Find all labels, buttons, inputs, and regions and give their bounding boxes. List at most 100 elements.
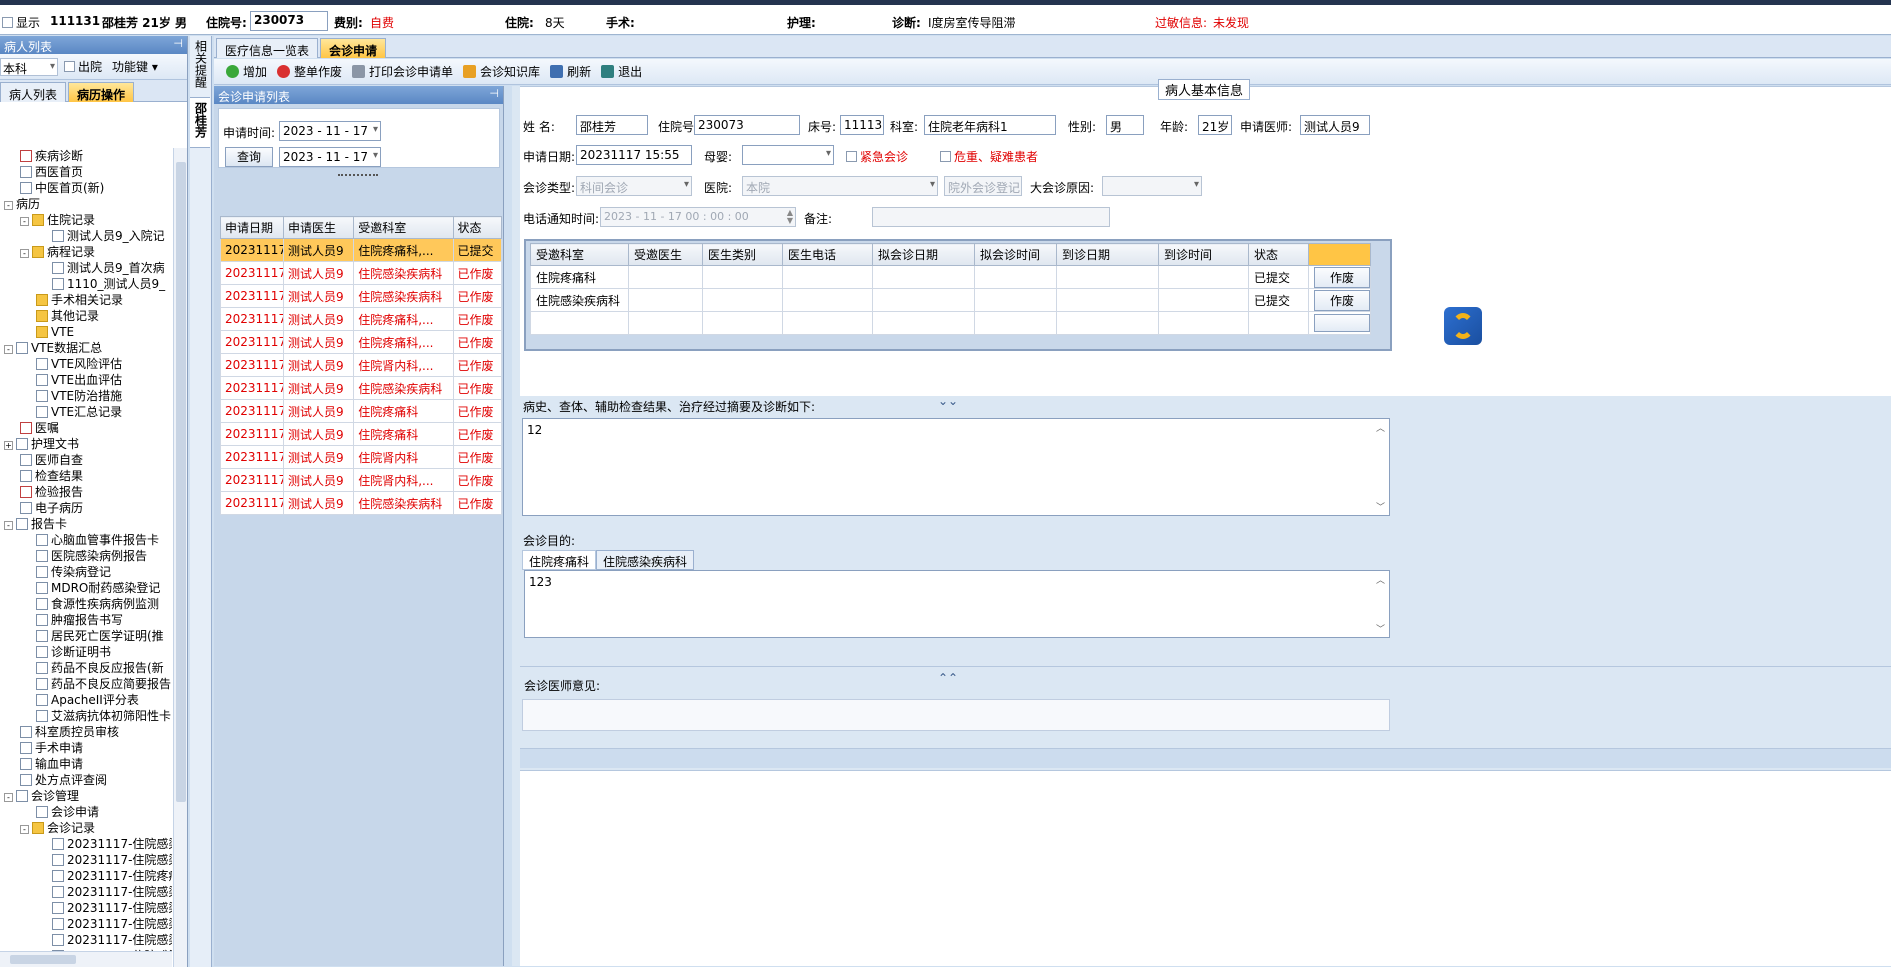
tree-node[interactable]: VTE防治措施 — [0, 388, 172, 404]
tree-node[interactable]: VTE — [0, 324, 172, 340]
table-row[interactable]: 20231117 测试人员9 住院疼痛科 已作废 — [220, 422, 503, 446]
tree-node[interactable]: 检查结果 — [0, 468, 172, 484]
tree-node[interactable]: 心脑血管事件报告卡 — [0, 532, 172, 548]
void-row-button[interactable]: 作废 — [1314, 289, 1370, 311]
date-field[interactable]: 20231117 15:55 — [576, 145, 692, 165]
scroll-up-icon[interactable]: ︿ — [1376, 573, 1385, 586]
tab-medical-overview[interactable]: 医疗信息一览表 — [216, 37, 319, 58]
tree-node[interactable]: - 病历 — [0, 196, 172, 212]
add-button[interactable]: 增加 — [226, 63, 267, 80]
tree-horizontal-scrollbar[interactable] — [0, 951, 172, 967]
external-consult-button[interactable]: 院外会诊登记 — [944, 176, 1022, 196]
column-header[interactable]: 申请日期 — [220, 216, 284, 239]
tree-node[interactable]: 诊断证明书 — [0, 644, 172, 660]
expand-toggle-icon[interactable]: - — [4, 201, 13, 210]
column-header[interactable]: 到诊日期 — [1056, 243, 1159, 266]
expand-toggle-icon[interactable]: - — [20, 825, 29, 834]
tree-node[interactable]: 西医首页 — [0, 164, 172, 180]
column-header[interactable]: 状态 — [1248, 243, 1309, 266]
purpose-tab-infection[interactable]: 住院感染疾病科 — [596, 550, 695, 570]
age-field[interactable]: 21岁 — [1198, 115, 1232, 135]
table-row[interactable]: 20231117 测试人员9 住院肾内科 已作废 — [220, 445, 503, 469]
collapse-up-icon[interactable]: ⌃⌃ — [938, 671, 958, 685]
tree-node[interactable]: 20231117-住院感染 — [0, 900, 172, 916]
bed-field[interactable]: 111131 — [840, 115, 884, 135]
print-button[interactable]: 打印会诊申请单 — [352, 63, 453, 80]
tree-node[interactable]: 医嘱 — [0, 420, 172, 436]
tree-node[interactable]: 手术申请 — [0, 740, 172, 756]
remark-field[interactable] — [872, 207, 1110, 227]
tree-node[interactable]: 手术相关记录 — [0, 292, 172, 308]
table-row[interactable]: 20231117 测试人员9 住院肾内科,... 已作废 — [220, 353, 503, 377]
column-header[interactable]: 医生类别 — [702, 243, 783, 266]
sex-field[interactable]: 男 — [1106, 115, 1144, 135]
void-row-button[interactable] — [1314, 314, 1370, 332]
splitter-grip[interactable] — [338, 174, 378, 177]
query-button[interactable]: 查询 — [225, 147, 273, 167]
dept-select[interactable]: 本科 — [0, 57, 58, 76]
expand-toggle-icon[interactable]: - — [4, 793, 13, 802]
table-row[interactable]: 20231117 测试人员9 住院感染疾病科 已作废 — [220, 261, 503, 285]
big-reason-select[interactable] — [1102, 176, 1202, 196]
table-row[interactable]: 20231117 测试人员9 住院疼痛科,... 已作废 — [220, 330, 503, 354]
void-all-button[interactable]: 整单作废 — [277, 63, 342, 80]
column-header[interactable]: 拟会诊日期 — [872, 243, 975, 266]
tree-node[interactable]: 科室质控员审核 — [0, 724, 172, 740]
admission-field[interactable]: 230073 — [694, 115, 800, 135]
table-row[interactable]: 20231117 测试人员9 住院疼痛科,... 已提交 — [220, 238, 503, 262]
tree-node[interactable]: 传染病登记 — [0, 564, 172, 580]
purpose-textarea[interactable]: 123 ︿ ﹀ — [524, 570, 1390, 638]
table-row[interactable] — [530, 311, 1371, 335]
tree-node[interactable]: 食源性疾病病例监测 — [0, 596, 172, 612]
tree-node[interactable]: 处方点评查阅 — [0, 772, 172, 788]
table-row[interactable]: 住院感染疾病科 已提交 作废 — [530, 288, 1371, 312]
expand-toggle-icon[interactable]: - — [20, 249, 29, 258]
tree-vertical-scrollbar[interactable] — [173, 148, 187, 967]
collapse-down-icon[interactable]: ⌄⌄ — [938, 394, 958, 408]
pin-icon[interactable]: ⊣ — [173, 37, 183, 50]
tree-node[interactable]: VTE出血评估 — [0, 372, 172, 388]
tree-node[interactable]: 测试人员9_首次病 — [0, 260, 172, 276]
tree-node[interactable]: 检验报告 — [0, 484, 172, 500]
tree-node[interactable]: - 会诊记录 — [0, 820, 172, 836]
infant-select[interactable] — [742, 145, 834, 165]
void-row-button[interactable]: 作废 — [1314, 266, 1370, 288]
purpose-tab-pain[interactable]: 住院疼痛科 — [522, 550, 597, 570]
tree-node[interactable]: 医院感染病例报告 — [0, 548, 172, 564]
tree-node[interactable]: 医师自查 — [0, 452, 172, 468]
table-row[interactable]: 20231117 测试人员9 住院感染疾病科 已作废 — [220, 284, 503, 308]
expand-toggle-icon[interactable]: - — [4, 521, 13, 530]
tree-node[interactable]: - 会诊管理 — [0, 788, 172, 804]
tree-node[interactable]: 会诊申请 — [0, 804, 172, 820]
pin-icon[interactable]: ⊣ — [489, 87, 499, 100]
tree-node[interactable]: MDRO耐药感染登记 — [0, 580, 172, 596]
tree-node[interactable]: - VTE数据汇总 — [0, 340, 172, 356]
type-select[interactable]: 科间会诊 — [576, 176, 692, 196]
column-header[interactable] — [1308, 243, 1371, 266]
tree-node[interactable]: 居民死亡医学证明(推 — [0, 628, 172, 644]
tree-node[interactable]: 测试人员9_入院记 — [0, 228, 172, 244]
table-row[interactable]: 20231117 测试人员9 住院感染疾病科 已作废 — [220, 491, 503, 515]
tree-node[interactable]: 艾滋病抗体初筛阳性卡 — [0, 708, 172, 724]
scroll-down-icon[interactable]: ﹀ — [1376, 622, 1385, 635]
scroll-thumb[interactable] — [176, 162, 186, 802]
show-checkbox[interactable]: 显示 — [2, 14, 40, 31]
tree-node[interactable]: - 报告卡 — [0, 516, 172, 532]
tree-node[interactable]: + 护理文书 — [0, 436, 172, 452]
table-row[interactable]: 20231117 测试人员9 住院疼痛科,... 已作废 — [220, 307, 503, 331]
table-row[interactable]: 20231117 测试人员9 住院疼痛科 已作废 — [220, 399, 503, 423]
tree-node[interactable]: 20231117-住院感染 — [0, 932, 172, 948]
tab-patient-list[interactable]: 病人列表 — [0, 81, 67, 102]
knowledge-button[interactable]: 会诊知识库 — [463, 63, 540, 80]
tree-node[interactable]: 其他记录 — [0, 308, 172, 324]
tree-node[interactable]: 1110_测试人员9_ — [0, 276, 172, 292]
date-from-picker[interactable]: 2023 - 11 - 17 — [279, 121, 381, 141]
tree-node[interactable]: 20231117-住院感染 — [0, 836, 172, 852]
tree-node[interactable]: 药品不良反应简要报告 — [0, 676, 172, 692]
table-row[interactable]: 20231117 测试人员9 住院肾内科,... 已作废 — [220, 468, 503, 492]
exit-button[interactable]: 退出 — [601, 63, 642, 80]
tab-record-ops[interactable]: 病历操作 — [68, 81, 135, 102]
tree-node[interactable]: - 住院记录 — [0, 212, 172, 228]
scroll-up-icon[interactable]: ︿ — [1376, 421, 1385, 434]
table-row[interactable]: 住院疼痛科 已提交 作废 — [530, 265, 1371, 289]
